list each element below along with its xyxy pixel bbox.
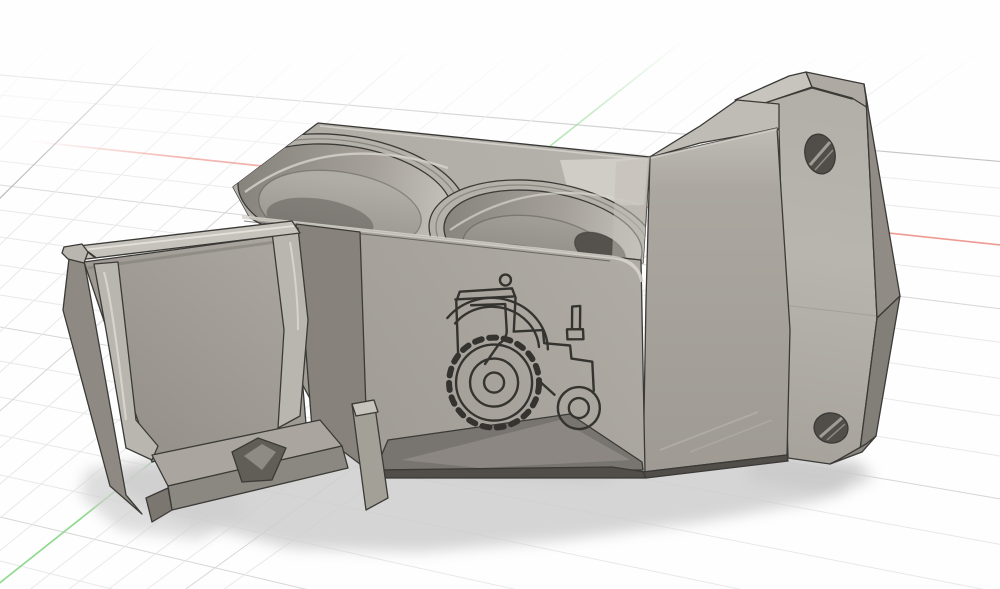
body-right-wall[interactable] (643, 128, 790, 472)
scene-canvas[interactable] (0, 0, 1000, 589)
cad-viewport[interactable] (0, 0, 1000, 589)
